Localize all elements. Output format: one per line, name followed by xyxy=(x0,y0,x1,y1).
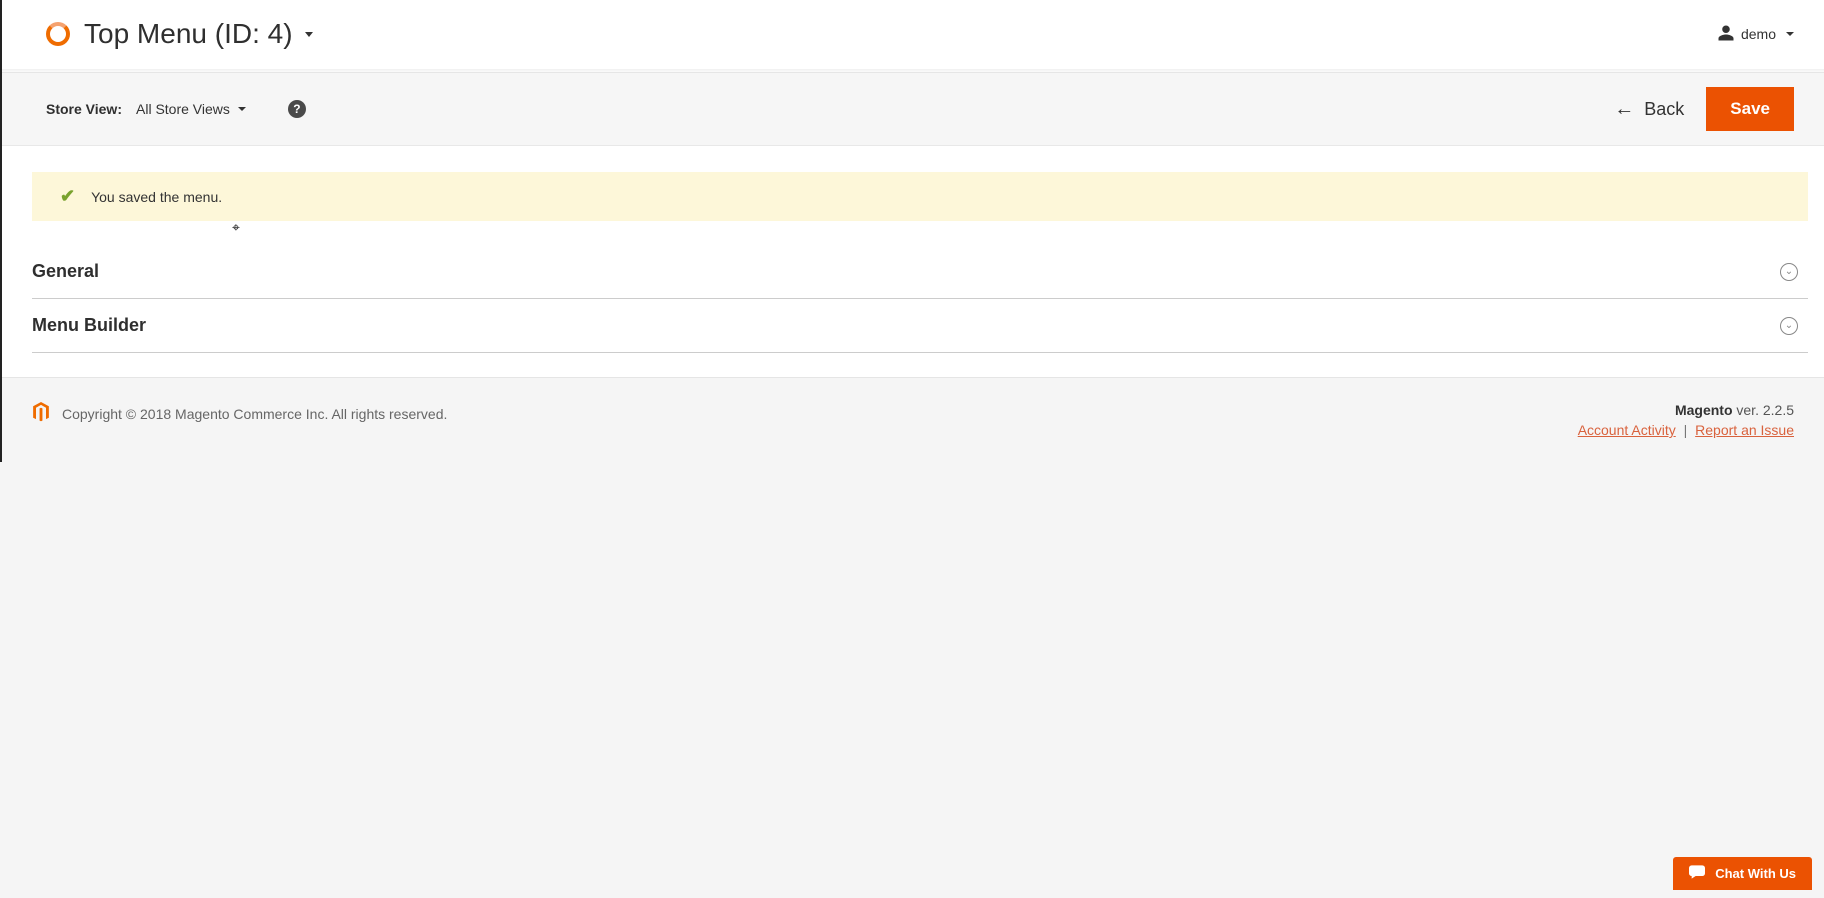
content-area: ✔ You saved the menu. General ⌄ Menu Bui… xyxy=(2,146,1824,353)
chevron-down-icon: ⌄ xyxy=(1780,263,1798,281)
page-title-dropdown[interactable]: Top Menu (ID: 4) xyxy=(84,18,313,50)
page-header: Top Menu (ID: 4) demo xyxy=(2,0,1824,72)
user-menu[interactable]: demo xyxy=(1717,24,1794,45)
copyright-text: Copyright © 2018 Magento Commerce Inc. A… xyxy=(62,406,447,422)
store-view-value: All Store Views xyxy=(136,101,230,117)
chat-widget[interactable]: Chat With Us xyxy=(1673,857,1812,890)
footer: Copyright © 2018 Magento Commerce Inc. A… xyxy=(2,377,1824,462)
help-icon[interactable]: ? xyxy=(288,100,306,118)
success-text: You saved the menu. xyxy=(91,189,222,205)
page-title-text: Top Menu (ID: 4) xyxy=(84,18,293,50)
user-name: demo xyxy=(1741,26,1776,42)
back-button[interactable]: ← Back xyxy=(1614,99,1684,120)
version-prefix: ver. xyxy=(1733,402,1763,418)
section-general[interactable]: General ⌄ xyxy=(32,245,1808,299)
back-label: Back xyxy=(1644,99,1684,120)
arrow-left-icon: ← xyxy=(1614,99,1634,119)
caret-down-icon xyxy=(305,32,313,37)
toolbar: Store View: All Store Views ? ⌖ ← Back S… xyxy=(2,72,1824,146)
chat-label: Chat With Us xyxy=(1715,866,1796,881)
version-number: 2.2.5 xyxy=(1763,402,1794,418)
magento-logo-icon xyxy=(32,402,50,425)
caret-down-icon xyxy=(1786,32,1794,36)
check-icon: ✔ xyxy=(60,186,75,207)
user-icon xyxy=(1717,24,1735,45)
section-title: General xyxy=(32,261,99,282)
account-activity-link[interactable]: Account Activity xyxy=(1578,422,1676,438)
chevron-down-icon: ⌄ xyxy=(1780,317,1798,335)
report-issue-link[interactable]: Report an Issue xyxy=(1695,422,1794,438)
store-view-label: Store View: xyxy=(46,101,122,117)
store-view-select[interactable]: All Store Views xyxy=(136,101,246,117)
save-button[interactable]: Save xyxy=(1706,87,1794,131)
section-menu-builder[interactable]: Menu Builder ⌄ xyxy=(32,299,1808,353)
brand-name: Magento xyxy=(1675,402,1733,418)
app-logo-icon xyxy=(46,22,70,46)
success-message: ✔ You saved the menu. xyxy=(32,172,1808,221)
section-title: Menu Builder xyxy=(32,315,146,336)
separator: | xyxy=(1684,422,1688,438)
caret-down-icon xyxy=(238,107,246,111)
chat-icon xyxy=(1689,865,1705,882)
